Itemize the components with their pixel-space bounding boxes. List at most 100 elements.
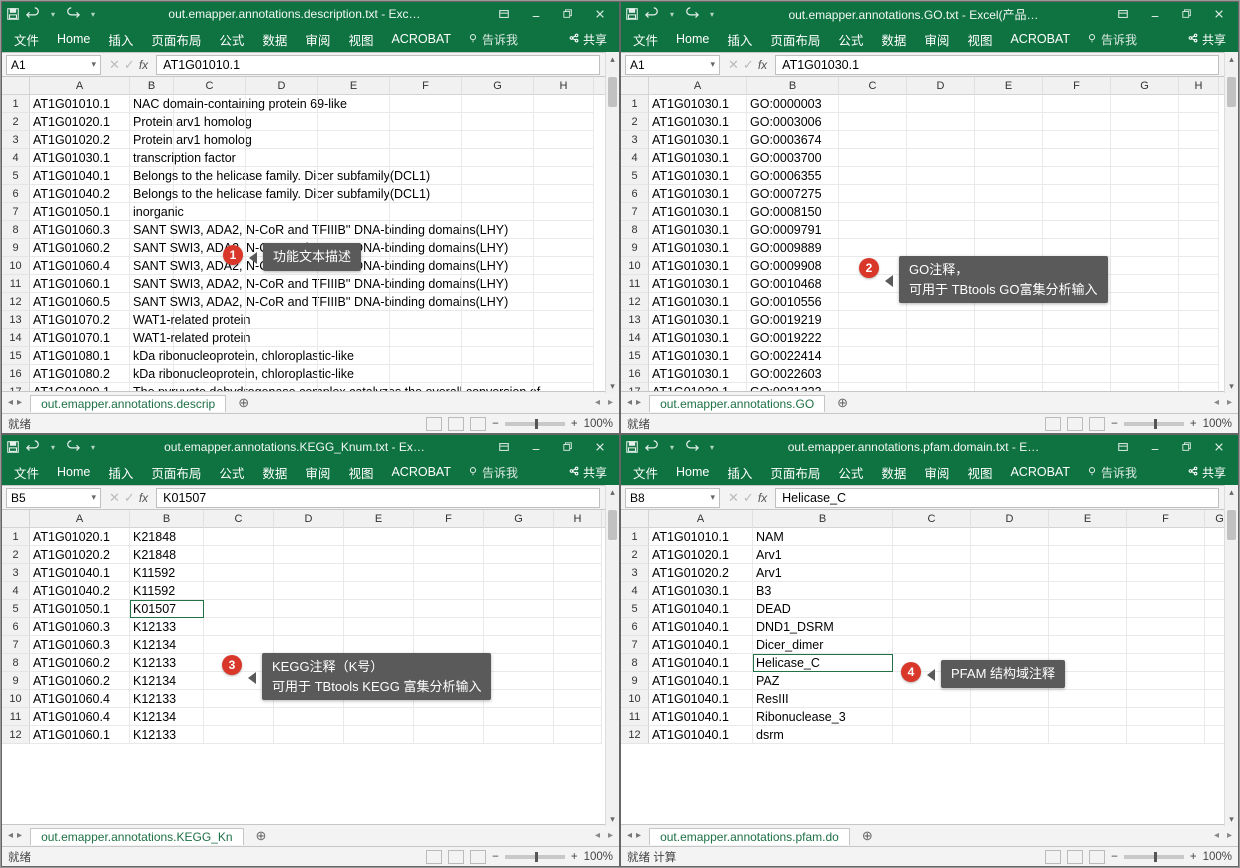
row-header[interactable]: 12 [621,726,649,744]
cell[interactable] [839,113,907,131]
table-row[interactable]: 5AT1G01040.1DEAD [621,600,1238,618]
cell[interactable]: AT1G01030.1 [649,275,747,293]
col-header[interactable]: B [130,77,174,95]
row-header[interactable]: 10 [2,690,30,708]
hscroll-right-icon[interactable]: ▸ [1227,830,1232,841]
cell[interactable] [971,726,1049,744]
cell[interactable] [246,203,318,221]
col-header[interactable]: A [649,77,747,95]
cell[interactable] [839,221,907,239]
cell[interactable] [839,95,907,113]
cell[interactable] [484,600,554,618]
sheet-nav[interactable]: ◂▸ [627,830,641,841]
scroll-up-icon[interactable]: ▴ [606,485,619,499]
row-header[interactable]: 7 [2,203,30,221]
cell[interactable] [534,275,594,293]
cell[interactable] [1127,600,1205,618]
cell[interactable] [975,203,1043,221]
cell[interactable] [204,636,274,654]
col-header[interactable]: E [975,77,1043,95]
cell[interactable] [534,95,594,113]
cell[interactable]: SANT SWI3, ADA2, N-CoR and TFIIIB'' DNA-… [130,257,174,275]
cell[interactable]: inorganic [130,203,174,221]
cell[interactable]: AT1G01030.1 [649,167,747,185]
cell[interactable] [971,708,1049,726]
table-row[interactable]: 14AT1G01030.1GO:0019222 [621,329,1238,347]
cell[interactable] [534,329,594,347]
table-row[interactable]: 1AT1G01010.1NAC domain-containing protei… [2,95,619,113]
cell[interactable] [534,221,594,239]
cell[interactable] [893,564,971,582]
scroll-thumb[interactable] [608,510,617,540]
cell[interactable] [1127,564,1205,582]
select-all-corner[interactable] [621,510,649,527]
cell[interactable]: AT1G01080.2 [30,365,130,383]
tab-文件[interactable]: 文件 [625,460,666,485]
cell[interactable]: AT1G01020.1 [649,546,753,564]
hscroll-left-icon[interactable]: ◂ [1214,830,1219,841]
scroll-up-icon[interactable]: ▴ [1225,485,1238,499]
cell[interactable]: AT1G01030.1 [649,329,747,347]
save-icon[interactable] [625,440,639,454]
cell[interactable] [246,149,318,167]
cell[interactable] [246,95,318,113]
cell[interactable] [534,365,594,383]
cell[interactable]: transcription factor [130,149,174,167]
undo-dropdown-icon[interactable]: ▾ [46,440,60,454]
scroll-thumb[interactable] [1227,510,1236,540]
row-header[interactable]: 15 [2,347,30,365]
table-row[interactable]: 5AT1G01050.1K01507 [2,600,619,618]
cell[interactable] [174,347,246,365]
hscroll-right-icon[interactable]: ▸ [608,830,613,841]
row-header[interactable]: 3 [2,564,30,582]
cell[interactable] [462,95,534,113]
cell[interactable] [1111,257,1179,275]
save-icon[interactable] [6,7,20,21]
cell[interactable]: GO:0031323 [747,383,839,391]
col-header[interactable]: A [649,510,753,528]
cell[interactable] [971,690,1049,708]
zoom-slider[interactable] [1124,422,1184,426]
sheet-tab[interactable]: out.emapper.annotations.KEGG_Kn [30,828,243,845]
tab-home[interactable]: Home [668,29,717,49]
table-row[interactable]: 3AT1G01040.1K11592 [2,564,619,582]
cell[interactable]: NAC domain-containing protein 69-like [130,95,174,113]
cell[interactable] [484,528,554,546]
tab-视图[interactable]: 视图 [959,460,1000,485]
row-header[interactable]: 9 [2,239,30,257]
ribbon-toggle-icon[interactable] [489,437,519,457]
tab-插入[interactable]: 插入 [719,460,760,485]
col-header[interactable]: B [130,510,204,528]
cell[interactable] [274,618,344,636]
cell[interactable] [1043,113,1111,131]
tab-页面布局[interactable]: 页面布局 [762,27,828,52]
cell[interactable] [907,329,975,347]
cell[interactable]: kDa ribonucleoprotein, chloroplastic-lik… [130,365,174,383]
name-box[interactable]: A1▾ [625,55,720,75]
cell[interactable] [975,95,1043,113]
tab-视图[interactable]: 视图 [340,27,381,52]
cell[interactable] [554,546,602,564]
fx-label[interactable]: fx [758,58,767,72]
cell[interactable] [1043,383,1111,391]
cell[interactable] [174,95,246,113]
cell[interactable] [318,275,390,293]
qat-dropdown-icon[interactable]: ▾ [705,440,719,454]
row-header[interactable]: 12 [2,293,30,311]
cell[interactable] [1111,203,1179,221]
cell[interactable] [414,546,484,564]
row-header[interactable]: 3 [2,131,30,149]
cell[interactable]: GO:0009889 [747,239,839,257]
cell[interactable] [484,582,554,600]
minimize-button[interactable] [521,437,551,457]
cell[interactable]: AT1G01060.2 [30,672,130,690]
cell[interactable] [1127,528,1205,546]
tab-公式[interactable]: 公式 [830,460,871,485]
cell[interactable] [462,239,534,257]
cell[interactable]: AT1G01040.1 [649,708,753,726]
cell[interactable]: AT1G01030.1 [649,311,747,329]
tab-acrobat[interactable]: ACROBAT [383,462,459,482]
cell[interactable]: AT1G01040.1 [649,690,753,708]
cell[interactable] [414,708,484,726]
tab-视图[interactable]: 视图 [340,460,381,485]
